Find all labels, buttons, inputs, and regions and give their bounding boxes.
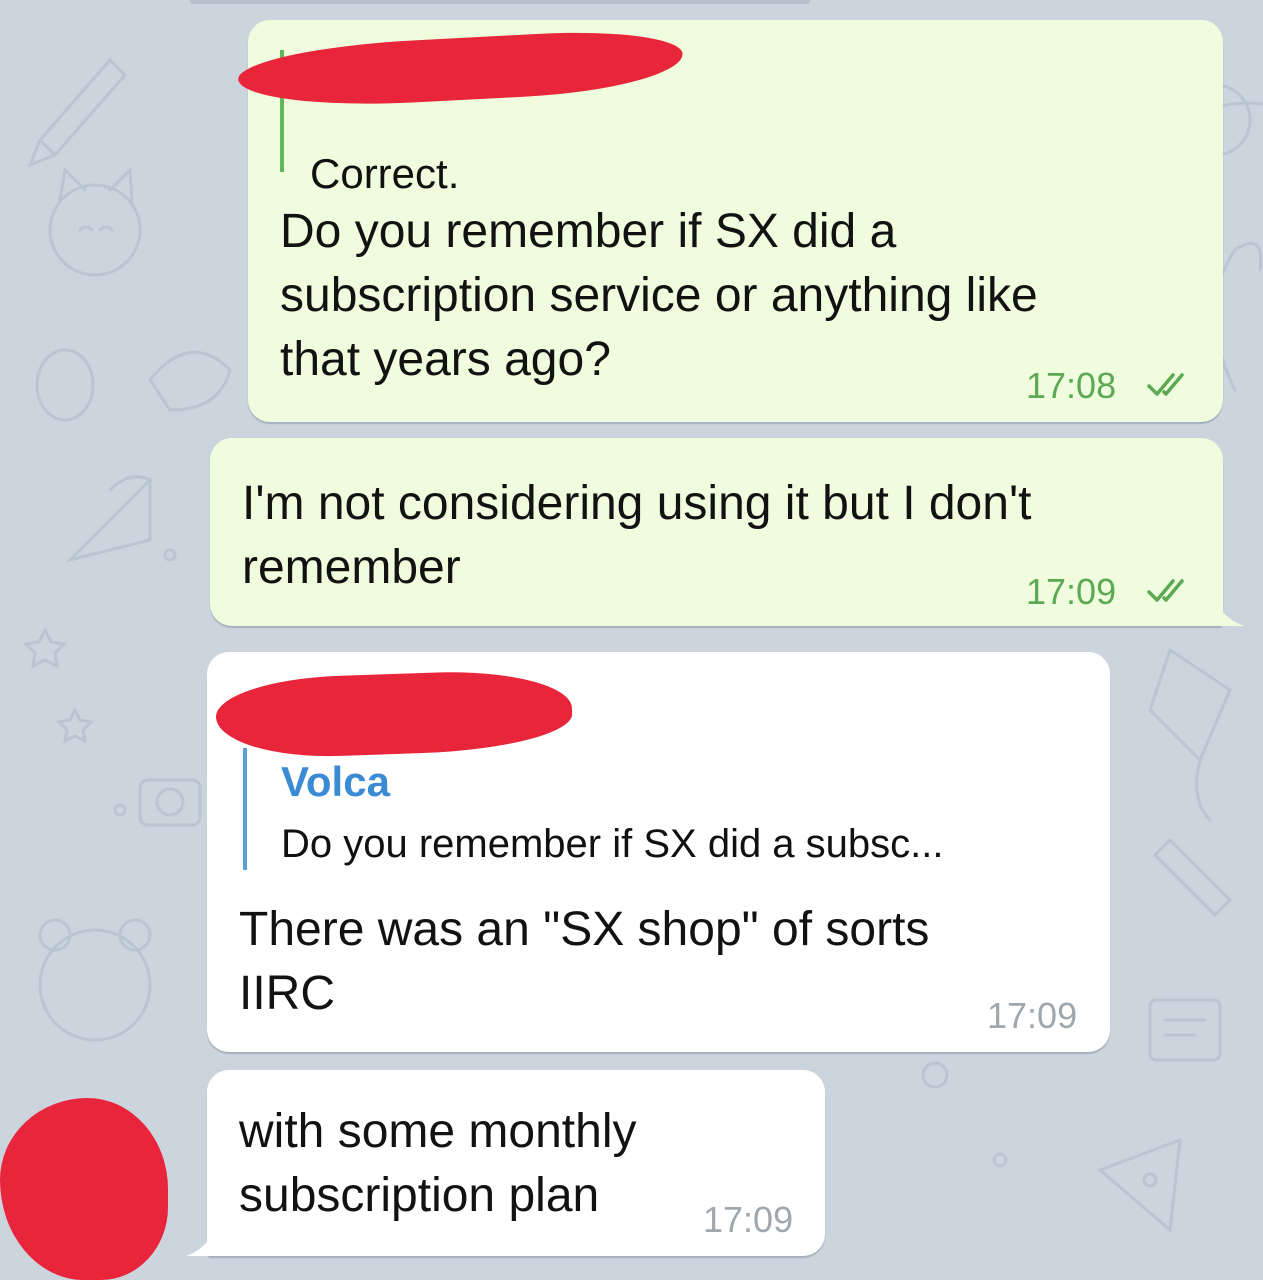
bird-doodle-icon bbox=[148, 350, 232, 412]
bear-doodle-icon bbox=[38, 918, 152, 1042]
cat-doodle-icon bbox=[48, 166, 142, 277]
message-bubble-outgoing[interactable]: I'm not considering using it but I don't… bbox=[210, 438, 1223, 626]
reply-preview[interactable]: Volca Do you remember if SX did a subsc.… bbox=[243, 748, 1093, 870]
note-doodle-icon bbox=[1148, 998, 1222, 1062]
bubble-tail-outgoing bbox=[1214, 600, 1244, 626]
bubble-tail-incoming bbox=[186, 1230, 216, 1256]
star-doodle-icon bbox=[22, 626, 95, 744]
cake-doodle-icon bbox=[65, 475, 152, 563]
kite-doodle-icon bbox=[1148, 647, 1232, 822]
message-text: There was an "SX shop" of sorts IIRC bbox=[239, 903, 930, 1020]
flashlight-doodle-icon bbox=[1152, 837, 1233, 918]
pizza-doodle-icon bbox=[1097, 1137, 1182, 1233]
reply-preview-text: Do you remember if SX did a subsc... bbox=[281, 822, 944, 866]
previous-message-edge bbox=[190, 0, 810, 4]
egg-doodle-icon bbox=[35, 348, 95, 422]
read-receipt-icon bbox=[1147, 579, 1184, 602]
message-text: with some monthly subscription plan bbox=[239, 1105, 637, 1222]
message-time: 17:09 bbox=[1026, 571, 1117, 612]
reply-preview-text: Correct. bbox=[310, 150, 460, 197]
pencil-doodle-icon bbox=[27, 57, 128, 168]
message-time: 17:09 bbox=[703, 1199, 794, 1240]
message-bubble-incoming[interactable]: with some monthly subscription plan 17:0… bbox=[207, 1070, 825, 1256]
read-receipt-icon bbox=[1147, 373, 1184, 396]
message-time: 17:09 bbox=[987, 995, 1078, 1036]
message-text: Do you remember if SX did a subscription… bbox=[280, 205, 1038, 386]
reply-preview-author: Volca bbox=[281, 758, 390, 805]
message-time: 17:08 bbox=[1026, 365, 1117, 406]
camera-doodle-icon bbox=[138, 778, 202, 827]
